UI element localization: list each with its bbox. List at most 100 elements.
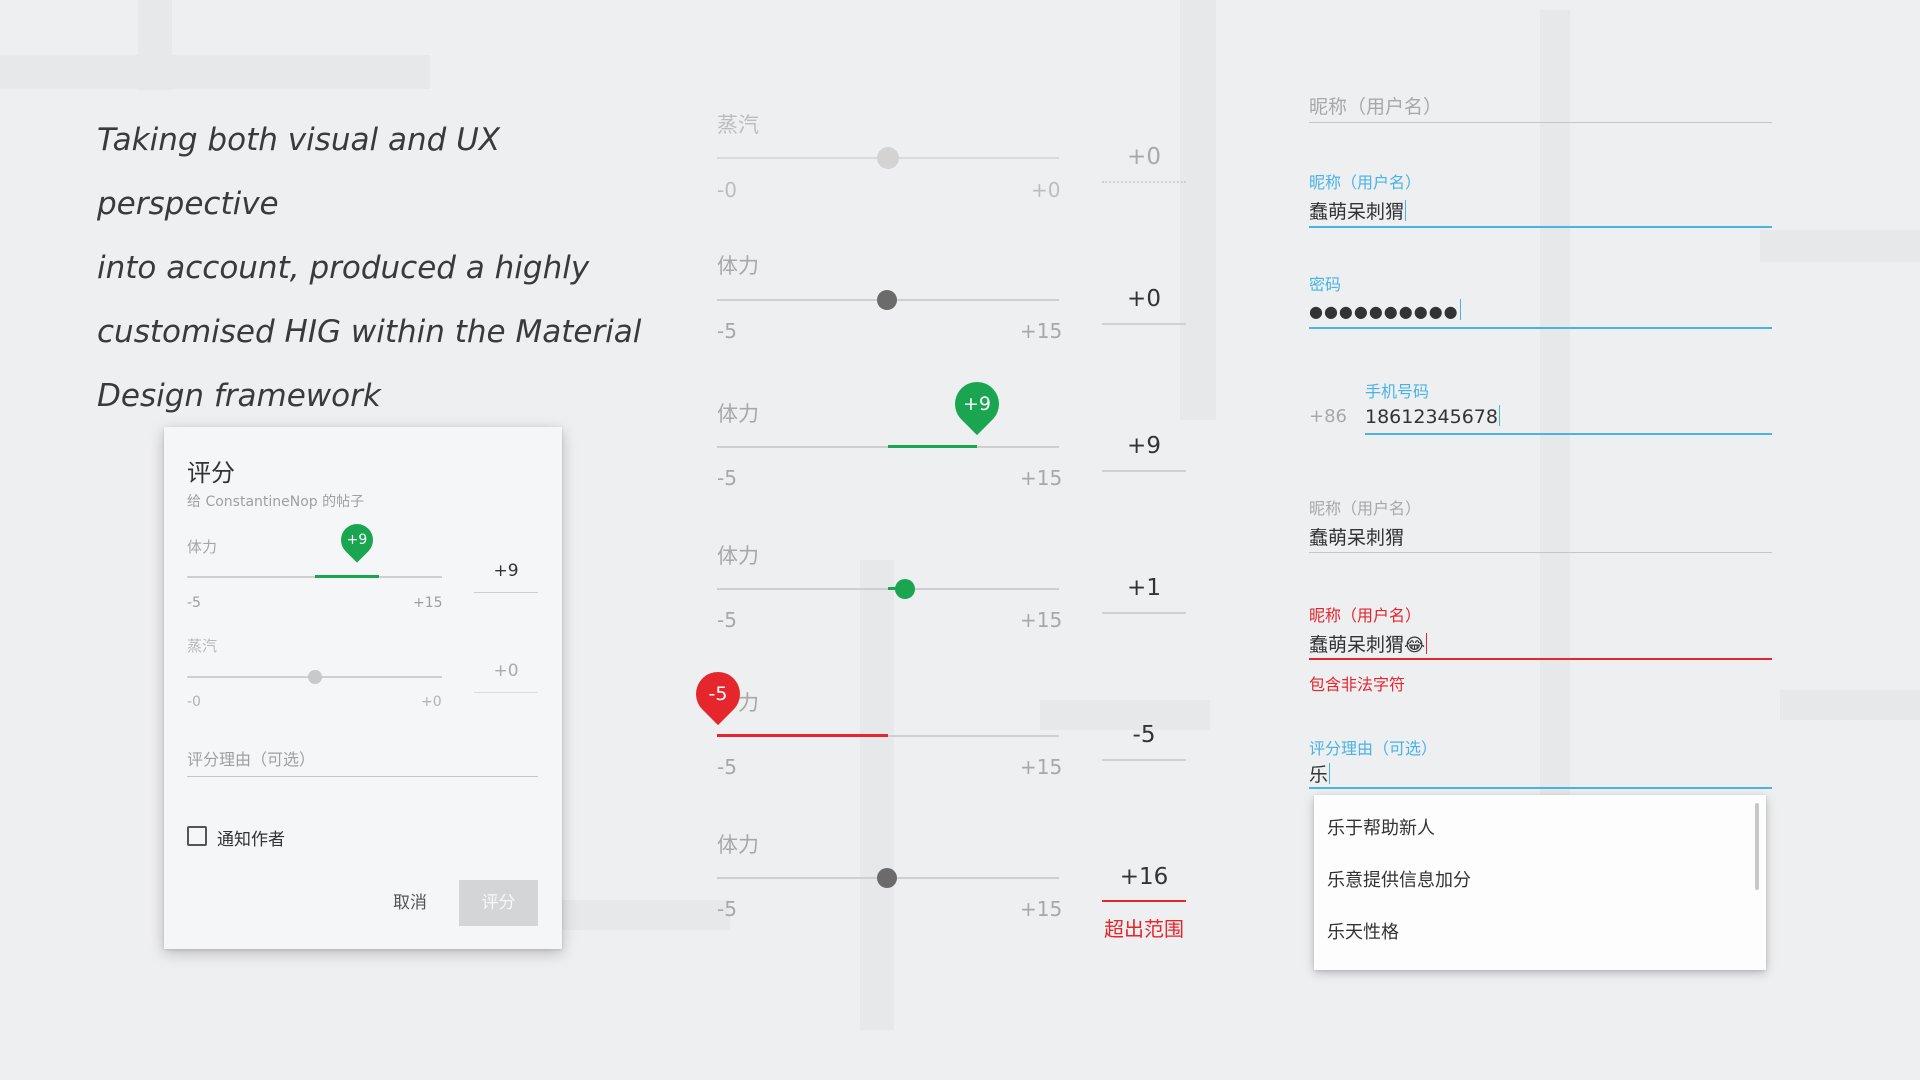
intro-text: Taking both visual and UX perspective in…: [97, 108, 657, 428]
slider-fill: [717, 734, 888, 737]
slider-label: 体力: [187, 538, 218, 556]
watermark-shape: [1780, 690, 1920, 720]
slider-max: +15: [1020, 608, 1063, 632]
slider-min: -5: [717, 466, 737, 490]
slider-thumb[interactable]: [895, 579, 915, 599]
password-input[interactable]: ●●●●●●●●●●: [1309, 299, 1461, 321]
intro-line: customised HIG within the Material: [97, 314, 642, 350]
slider-minimum[interactable]: [717, 725, 1059, 747]
slider-max: +0: [1031, 178, 1061, 202]
notify-author-label: 通知作者: [217, 830, 285, 850]
field-label: 手机号码: [1365, 382, 1430, 401]
field-label: 昵称（用户名）: [1309, 606, 1422, 625]
watermark-shape: [1540, 10, 1570, 890]
slider-value-bubble: +9: [945, 372, 1009, 436]
slider-value-input[interactable]: +0: [1102, 286, 1186, 312]
slider-label: 蒸汽: [187, 637, 218, 655]
value-underline: [1102, 181, 1186, 183]
phone-input[interactable]: 18612345678: [1365, 405, 1500, 428]
steam-slider: [187, 670, 442, 684]
slider-max: +0: [421, 694, 442, 710]
field-value: 18612345678: [1365, 406, 1498, 428]
nickname-input-filled[interactable]: 蠢萌呆刺猬: [1309, 523, 1404, 550]
field-underline: [1309, 787, 1772, 789]
field-label: 密码: [1309, 275, 1342, 294]
rating-dialog: 评分 给 ConstantineNop 的帖子 体力 +9 -5 +15 +9 …: [164, 427, 562, 949]
slider-fill: [315, 575, 379, 578]
slider-value-input[interactable]: -5: [1102, 722, 1186, 748]
intro-line: Taking both visual and UX perspective: [97, 122, 501, 222]
slider-disabled: [717, 147, 1059, 169]
reason-underline: [187, 776, 538, 777]
suggestion-item[interactable]: 乐于帮助新人: [1327, 814, 1435, 840]
slider-thumb[interactable]: [877, 868, 897, 888]
slider-max: +15: [1020, 466, 1063, 490]
value-underline: [1102, 612, 1186, 614]
slider-value-input[interactable]: +9: [474, 561, 538, 593]
text-caret: [1426, 633, 1428, 654]
stamina-slider[interactable]: [187, 571, 442, 583]
watermark-shape: [1760, 230, 1920, 262]
slider-label: 体力: [717, 402, 759, 426]
slider-value-input[interactable]: +16: [1102, 864, 1186, 890]
text-caret: [1405, 200, 1407, 221]
watermark-shape: [1180, 0, 1216, 420]
watermark-shape: [0, 55, 430, 89]
slider-value-input: +0: [1127, 144, 1161, 170]
text-caret: [1498, 405, 1500, 426]
slider-label: 力: [738, 691, 759, 715]
nickname-input-error[interactable]: 蠢萌呆刺猬😂: [1309, 630, 1428, 657]
suggestion-item[interactable]: 乐意提供信息加分: [1327, 866, 1471, 892]
value-underline: [1102, 900, 1186, 902]
nickname-input-empty[interactable]: 昵称（用户名）: [1309, 92, 1442, 119]
watermark-shape: [860, 560, 894, 1030]
suggestion-item[interactable]: 乐天性格: [1327, 918, 1399, 944]
slider-thumb[interactable]: [877, 290, 897, 310]
text-caret: [1329, 763, 1331, 784]
slider-value-input[interactable]: +9: [1102, 433, 1186, 459]
field-underline: [1365, 433, 1772, 435]
slider-label: 体力: [717, 833, 759, 857]
reason-input[interactable]: 评分理由（可选）: [187, 746, 315, 770]
watermark-shape: [138, 0, 172, 90]
slider-dragging[interactable]: [717, 436, 1059, 458]
field-value: ●●●●●●●●●●: [1309, 302, 1459, 321]
notify-author-checkbox[interactable]: [187, 826, 207, 846]
slider-max: +15: [1020, 897, 1063, 921]
slider-min: -5: [717, 319, 737, 343]
dialog-title: 评分: [187, 459, 235, 487]
slider-min: -5: [717, 608, 737, 632]
slider-fill: [888, 445, 977, 448]
field-value: 蠢萌呆刺猬: [1309, 634, 1405, 656]
slider-thumb: [877, 147, 899, 169]
nickname-input-focused[interactable]: 蠢萌呆刺猬: [1309, 197, 1407, 224]
slider-min: -5: [187, 595, 201, 611]
slider-min: -5: [717, 897, 737, 921]
value-underline: [1102, 470, 1186, 472]
slider-active[interactable]: [717, 578, 1059, 600]
field-error-message: 包含非法字符: [1309, 675, 1406, 694]
laughing-emoji-icon: 😂: [1404, 635, 1426, 656]
dropdown-scrollbar[interactable]: [1755, 803, 1759, 890]
slider-max: +15: [413, 595, 443, 611]
slider-error[interactable]: [717, 867, 1059, 889]
slider-max: +15: [1020, 755, 1063, 779]
value-underline: [1102, 323, 1186, 325]
intro-line: into account, produced a highly: [97, 250, 590, 286]
field-value: 蠢萌呆刺猬: [1309, 201, 1405, 223]
cancel-button[interactable]: 取消: [375, 881, 445, 925]
slider-error-message: 超出范围: [1104, 917, 1184, 941]
field-label: 昵称（用户名）: [1309, 173, 1422, 192]
field-underline: [1309, 226, 1772, 228]
dialog-subtitle: 给 ConstantineNop 的帖子: [187, 494, 365, 510]
slider-label: 体力: [717, 254, 759, 278]
slider-value-input[interactable]: +1: [1102, 575, 1186, 601]
slider-idle[interactable]: [717, 289, 1059, 311]
slider-min: -0: [187, 694, 201, 710]
submit-rating-button[interactable]: 评分: [459, 880, 538, 926]
field-underline: [1309, 327, 1772, 329]
reason-autocomplete-input[interactable]: 乐: [1309, 760, 1331, 787]
slider-thumb: [308, 670, 322, 684]
field-underline: [1309, 552, 1772, 553]
country-code[interactable]: +86: [1309, 406, 1347, 427]
